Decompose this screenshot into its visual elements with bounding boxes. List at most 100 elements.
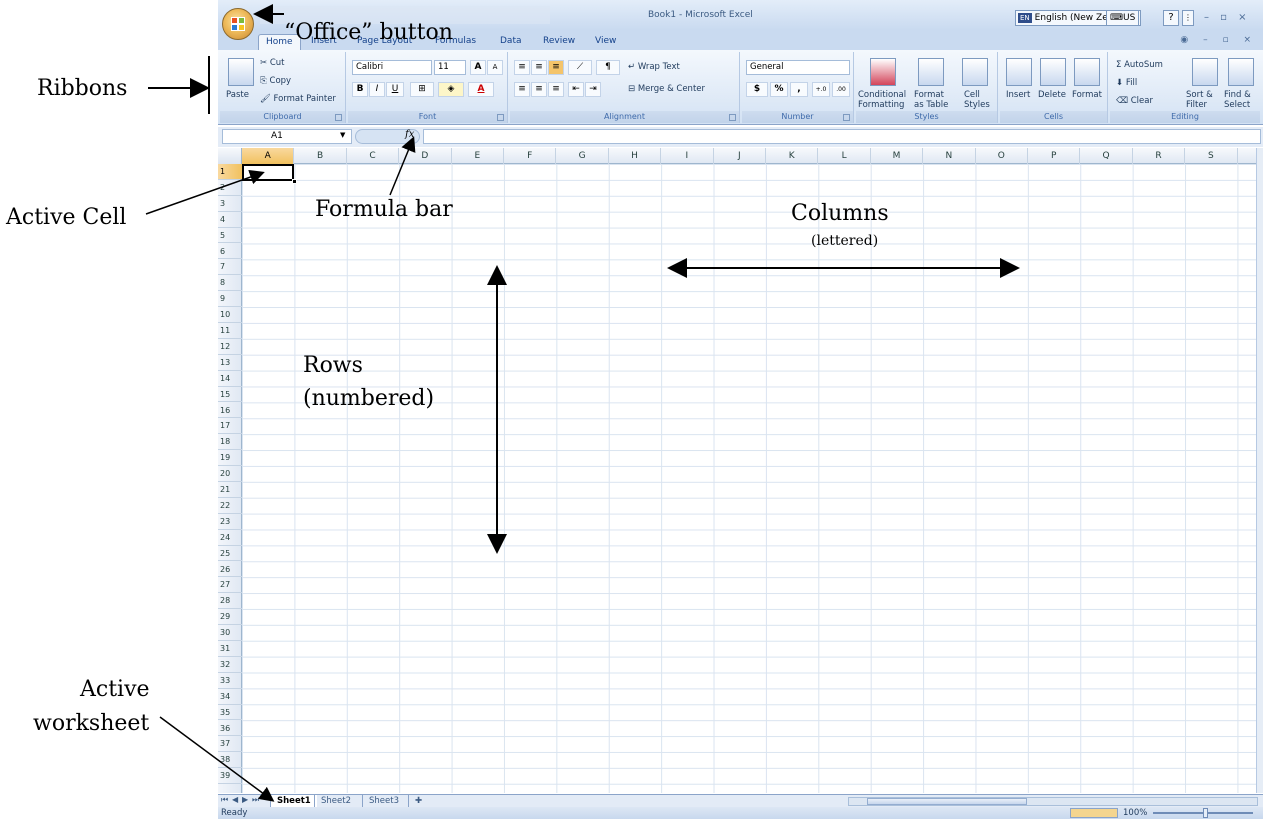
align-center-icon[interactable]: ≡ — [531, 82, 547, 97]
format-as-table-icon[interactable] — [918, 58, 944, 86]
row-header[interactable]: 14 — [218, 371, 242, 387]
orientation-icon[interactable]: ⟋ — [568, 60, 592, 75]
column-header[interactable]: Q — [1080, 148, 1133, 164]
font-color-icon[interactable]: A — [468, 82, 494, 97]
find-select-button[interactable]: Find & Select — [1224, 90, 1251, 110]
row-header[interactable]: 6 — [218, 244, 242, 260]
format-cells-icon[interactable] — [1074, 58, 1100, 86]
insert-function-button[interactable]: fx — [405, 129, 414, 140]
row-header[interactable]: 17 — [218, 418, 242, 435]
column-header[interactable]: L — [818, 148, 871, 164]
font-name-select[interactable]: Calibri — [352, 60, 432, 75]
row-header[interactable]: 20 — [218, 466, 242, 482]
sort-filter-icon[interactable] — [1192, 58, 1218, 86]
column-header[interactable]: R — [1133, 148, 1186, 164]
column-header[interactable]: S — [1185, 148, 1238, 164]
row-header[interactable]: 3 — [218, 196, 242, 212]
cell-area[interactable] — [242, 164, 1258, 793]
name-box[interactable]: A1 — [222, 129, 352, 144]
formula-input[interactable] — [423, 129, 1261, 144]
prev-sheet-icon[interactable]: ◀ — [232, 795, 238, 804]
row-header[interactable]: 26 — [218, 562, 242, 578]
keyboard-indicator[interactable]: ⌨ US — [1106, 10, 1140, 26]
font-launcher-icon[interactable] — [497, 114, 504, 121]
active-cell[interactable] — [242, 164, 294, 181]
row-header[interactable]: 16 — [218, 403, 242, 419]
row-header[interactable]: 37 — [218, 736, 242, 753]
row-header[interactable]: 22 — [218, 498, 242, 514]
align-left-icon[interactable]: ≡ — [514, 82, 530, 97]
row-header[interactable]: 38 — [218, 752, 242, 769]
conditional-formatting-icon[interactable] — [870, 58, 896, 86]
currency-button[interactable]: $ — [746, 82, 768, 97]
column-header[interactable]: H — [609, 148, 662, 164]
tab-data[interactable]: Data — [493, 34, 529, 50]
column-header[interactable]: K — [766, 148, 819, 164]
number-format-select[interactable]: General — [746, 60, 850, 75]
row-header[interactable]: 24 — [218, 530, 242, 546]
column-header[interactable]: P — [1028, 148, 1081, 164]
autosum-button[interactable]: Σ AutoSum — [1116, 60, 1163, 70]
view-buttons[interactable] — [1070, 808, 1118, 818]
paste-button[interactable]: Paste — [226, 90, 249, 100]
comma-button[interactable]: , — [790, 82, 808, 97]
tab-review[interactable]: Review — [536, 34, 582, 50]
column-header[interactable]: J — [714, 148, 766, 164]
office-button[interactable] — [222, 8, 254, 40]
underline-button[interactable]: U — [386, 82, 404, 97]
row-header[interactable]: 13 — [218, 355, 242, 371]
first-sheet-icon[interactable]: ⏮ — [221, 795, 228, 805]
column-header[interactable]: E — [452, 148, 504, 164]
number-launcher-icon[interactable] — [843, 114, 850, 121]
increase-decimal-icon[interactable]: +.0 — [812, 82, 830, 97]
row-header[interactable]: 12 — [218, 339, 242, 355]
column-header[interactable]: I — [661, 148, 714, 164]
align-top-icon[interactable]: ≡ — [514, 60, 530, 75]
merge-center-button[interactable]: ⊟ Merge & Center — [628, 84, 705, 94]
increase-indent-icon[interactable]: ⇥ — [585, 82, 601, 97]
delete-cells-icon[interactable] — [1040, 58, 1066, 86]
shrink-font-button[interactable]: A — [487, 60, 503, 75]
row-header[interactable]: 1 — [218, 164, 242, 180]
row-header[interactable]: 10 — [218, 307, 242, 323]
row-header[interactable]: 34 — [218, 689, 242, 705]
row-header[interactable]: 36 — [218, 721, 242, 737]
row-header[interactable]: 25 — [218, 546, 242, 562]
row-header[interactable]: 18 — [218, 434, 242, 451]
sort-filter-button[interactable]: Sort & Filter — [1186, 90, 1213, 110]
next-sheet-icon[interactable]: ▶ — [242, 795, 248, 804]
clear-button[interactable]: ⌫ Clear — [1116, 96, 1153, 106]
format-cells-button[interactable]: Format — [1072, 90, 1102, 100]
zoom-level[interactable]: 100% — [1123, 807, 1147, 819]
format-as-table-button[interactable]: Format as Table — [914, 90, 948, 110]
column-header[interactable]: O — [976, 148, 1028, 164]
sheet-tab-sheet2[interactable]: Sheet2 — [314, 795, 357, 807]
vertical-scrollbar[interactable] — [1256, 148, 1263, 793]
format-painter-button[interactable]: 🖌 Format Painter — [260, 94, 336, 104]
fill-color-icon[interactable]: ◈ — [438, 82, 464, 97]
name-box-dropdown-icon[interactable]: ▼ — [340, 131, 345, 139]
text-direction-icon[interactable]: ¶ — [596, 60, 620, 75]
column-header[interactable]: C — [347, 148, 400, 164]
column-header[interactable]: A — [242, 148, 295, 164]
copy-button[interactable]: ⎘ Copy — [260, 76, 291, 86]
wrap-text-button[interactable]: ↵ Wrap Text — [628, 62, 680, 72]
row-header[interactable]: 30 — [218, 625, 242, 641]
clipboard-launcher-icon[interactable] — [335, 114, 342, 121]
font-size-select[interactable]: 11 — [434, 60, 466, 75]
column-header[interactable]: F — [504, 148, 557, 164]
row-header[interactable]: 35 — [218, 705, 242, 721]
last-sheet-icon[interactable]: ⏭ — [252, 795, 259, 805]
insert-cells-button[interactable]: Insert — [1006, 90, 1030, 100]
bold-button[interactable]: B — [352, 82, 368, 97]
fill-handle[interactable] — [292, 179, 297, 184]
insert-cells-icon[interactable] — [1006, 58, 1032, 86]
column-header[interactable]: B — [294, 148, 347, 164]
tab-view[interactable]: View — [588, 34, 623, 50]
language-options-button[interactable]: ⋮ — [1182, 10, 1194, 26]
horizontal-scroll-thumb[interactable] — [867, 798, 1027, 805]
fill-button[interactable]: ⬇ Fill — [1116, 78, 1137, 88]
row-header[interactable]: 23 — [218, 514, 242, 530]
binoculars-icon[interactable] — [1228, 58, 1254, 86]
row-header[interactable]: 31 — [218, 641, 242, 657]
